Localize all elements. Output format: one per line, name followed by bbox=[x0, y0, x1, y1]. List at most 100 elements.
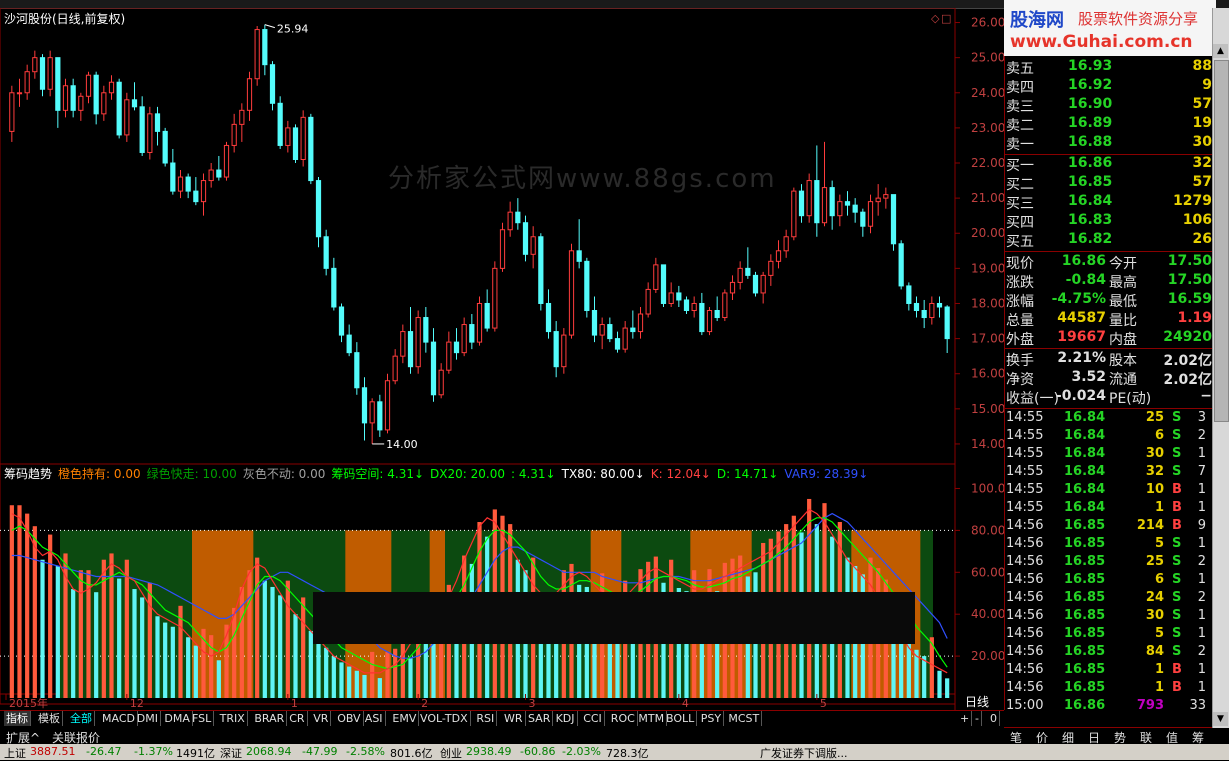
tab-asi[interactable]: ASI bbox=[363, 711, 386, 726]
scroll-down-arrow[interactable]: ▼ bbox=[1213, 712, 1228, 726]
candle-body bbox=[377, 401, 383, 431]
tick-time: 14:55 bbox=[1006, 500, 1044, 515]
candle-body bbox=[24, 71, 30, 94]
candle-body bbox=[522, 222, 529, 255]
candle-body bbox=[561, 334, 567, 368]
stat-label: 量比 bbox=[1109, 313, 1137, 329]
candle-body bbox=[246, 78, 253, 111]
candle-body bbox=[814, 180, 820, 224]
candle-body bbox=[492, 267, 498, 329]
tick-volume: 1 bbox=[1154, 680, 1164, 695]
tab-rsi[interactable]: RSI bbox=[474, 711, 498, 726]
tab-cr[interactable]: CR bbox=[287, 711, 308, 726]
tick-price: 16.84 bbox=[1064, 500, 1106, 515]
tab-全部[interactable]: 全部 bbox=[68, 711, 95, 726]
tick-volume: 25 bbox=[1145, 554, 1164, 569]
candle-body bbox=[423, 317, 429, 343]
tab-mtm[interactable]: MTM bbox=[636, 711, 668, 726]
divider bbox=[1004, 408, 1212, 409]
zoom-in-button[interactable]: + bbox=[958, 711, 973, 726]
tick-time: 14:56 bbox=[1006, 680, 1044, 695]
candle-body bbox=[392, 355, 398, 382]
sh-index-label: 上证 bbox=[4, 747, 26, 760]
stat-value: 44587 bbox=[1057, 310, 1106, 326]
candle-body bbox=[906, 285, 912, 304]
candle-body bbox=[760, 274, 766, 294]
tab-fsl[interactable]: FSL bbox=[190, 711, 215, 726]
scroll-up-arrow[interactable]: ▲ bbox=[1213, 44, 1228, 58]
indicator-axis-label: 100.0 bbox=[971, 481, 1004, 495]
tab-mcst[interactable]: MCST bbox=[726, 711, 763, 726]
candle-body bbox=[116, 81, 122, 136]
tick-count: 2 bbox=[1197, 644, 1206, 659]
order-book-label: 买四 bbox=[1006, 215, 1034, 231]
tab-模板[interactable]: 模板 bbox=[36, 711, 63, 726]
candle-body bbox=[93, 74, 99, 115]
tick-direction: B bbox=[1172, 662, 1182, 677]
tab-roc[interactable]: ROC bbox=[609, 711, 638, 726]
indicator-bar bbox=[354, 670, 359, 698]
candle-body bbox=[484, 302, 490, 329]
indicator-bar bbox=[400, 643, 405, 698]
candle-body bbox=[285, 127, 291, 146]
tick-time: 14:56 bbox=[1006, 590, 1044, 605]
tab-dmi[interactable]: DMI bbox=[135, 711, 162, 726]
tab-macd[interactable]: MACD bbox=[100, 711, 138, 726]
zoom-reset-button[interactable]: 0 bbox=[988, 711, 1000, 726]
tab-指标[interactable]: 指标 bbox=[4, 711, 31, 726]
tick-price: 16.85 bbox=[1064, 662, 1106, 677]
tick-row: 14:56 16.85 1 B 1 bbox=[1006, 662, 1206, 680]
tick-price: 16.85 bbox=[1064, 518, 1106, 533]
candle-body bbox=[745, 267, 751, 276]
candle-body bbox=[752, 274, 759, 294]
scroll-thumb[interactable] bbox=[1214, 60, 1229, 422]
price-axis-label: 22.00 bbox=[971, 156, 1004, 170]
blackout-overlay bbox=[313, 592, 915, 644]
sz-index-pct: -2.58% bbox=[346, 745, 385, 758]
order-book-row: 卖五 16.93 88 bbox=[1006, 58, 1212, 77]
tick-count: 2 bbox=[1197, 590, 1206, 605]
candle-body bbox=[346, 334, 352, 354]
candle-body bbox=[729, 281, 736, 294]
tab-dma[interactable]: DMA bbox=[162, 711, 193, 726]
tick-price: 16.85 bbox=[1064, 572, 1106, 587]
tab-vr[interactable]: VR bbox=[311, 711, 332, 726]
tab-kdj[interactable]: KDJ bbox=[554, 711, 578, 726]
tick-price: 16.84 bbox=[1064, 464, 1106, 479]
tab-obv[interactable]: OBV bbox=[335, 711, 364, 726]
tab-boll[interactable]: BOLL bbox=[664, 711, 698, 726]
watermark: 分析家公式网www.88gs.com bbox=[388, 164, 777, 194]
tick-direction: B bbox=[1172, 482, 1182, 497]
tab-cci[interactable]: CCI bbox=[581, 711, 605, 726]
tab-sar[interactable]: SAR bbox=[526, 711, 554, 726]
tab-wr[interactable]: WR bbox=[502, 711, 526, 726]
tab-emv[interactable]: EMV bbox=[390, 711, 420, 726]
tab-vol-tdx[interactable]: VOL-TDX bbox=[418, 711, 471, 726]
order-book-price: 16.92 bbox=[1068, 77, 1113, 93]
tick-row: 14:55 16.84 32 S 7 bbox=[1006, 464, 1206, 482]
sz-index-amount: 801.6亿 bbox=[390, 747, 433, 760]
tick-row: 14:56 16.85 24 S 2 bbox=[1006, 590, 1206, 608]
price-axis-label: 19.00 bbox=[971, 261, 1004, 275]
candle-body bbox=[254, 29, 260, 80]
candle-body bbox=[131, 99, 138, 108]
candle-body bbox=[883, 194, 889, 199]
zoom-out-button[interactable]: - bbox=[973, 711, 982, 726]
price-axis-label: 20.00 bbox=[971, 226, 1004, 240]
indicator-bar bbox=[316, 639, 321, 698]
indicator-bar bbox=[17, 505, 22, 698]
indicator-bar bbox=[423, 635, 428, 698]
tab-brar[interactable]: BRAR bbox=[252, 711, 288, 726]
tick-volume: 5 bbox=[1154, 626, 1164, 641]
news-ticker[interactable]: 广发证券下调版... bbox=[760, 745, 848, 761]
stat-value: -4.75% bbox=[1051, 291, 1106, 307]
sz-index-label: 深证 bbox=[220, 747, 242, 760]
main-pane-frame bbox=[0, 8, 956, 465]
order-book-row: 买一 16.86 32 bbox=[1006, 155, 1212, 174]
tab-psy[interactable]: PSY bbox=[699, 711, 725, 726]
candle-body bbox=[16, 92, 23, 95]
order-book-label: 卖三 bbox=[1006, 99, 1034, 115]
tab-trix[interactable]: TRIX bbox=[218, 711, 248, 726]
sh-index-amount: 1491亿 bbox=[176, 747, 215, 760]
candle-body bbox=[70, 85, 76, 111]
